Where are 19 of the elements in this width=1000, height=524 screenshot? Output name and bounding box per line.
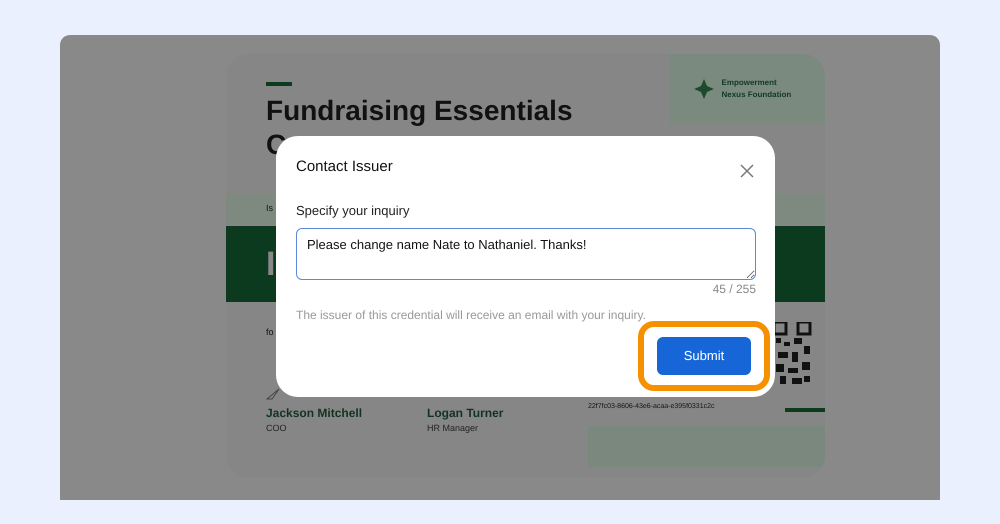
dialog-title: Contact Issuer [296,157,393,177]
signatory-name: Logan Turner [427,404,504,422]
cross-logo-icon [694,79,714,99]
issued-text: Is [266,202,274,216]
title-accent [266,82,292,86]
certificate-title: Fundraising Essentials [266,94,573,128]
field-label: Specify your inquiry [296,202,410,220]
recipient-name: I [266,244,276,284]
submit-button[interactable]: Submit [657,337,751,375]
character-counter: 45 / 255 [712,281,756,298]
signature-icon [266,388,280,400]
signatory-name: Jackson Mitchell [266,404,364,422]
signatory-role: HR Manager [427,422,480,435]
signatory-role: COO [266,422,288,434]
inquiry-field[interactable]: Please change name Nate to Nathaniel. Thanks! [296,228,756,280]
issuer-name: Empowerment Nexus Foundation [722,77,792,101]
course-text: fo [266,326,275,339]
helper-text: The issuer of this credential will receive an email with your inquiry. [296,307,647,324]
qr-code-icon [774,322,812,386]
